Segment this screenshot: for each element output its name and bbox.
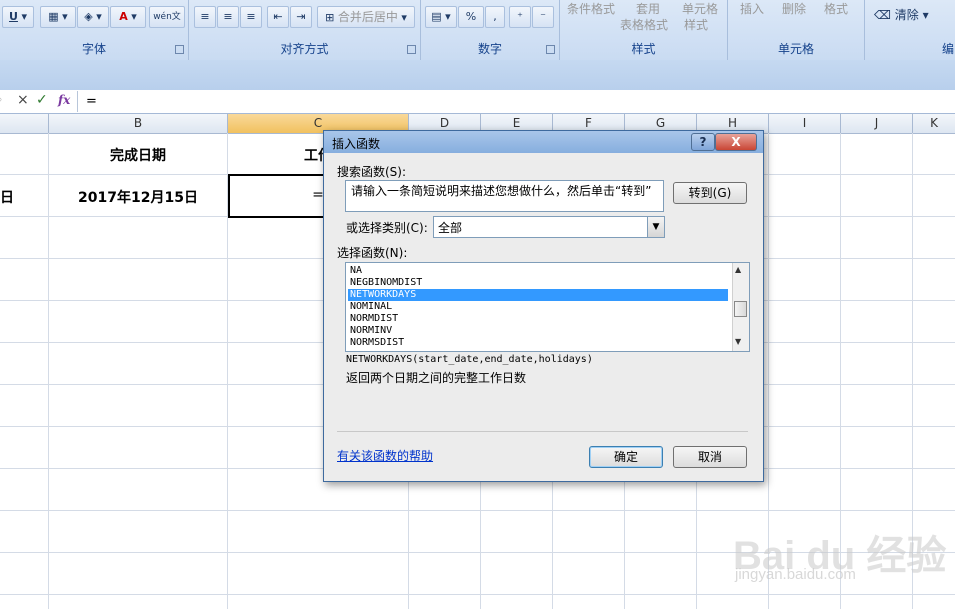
fill-color-button[interactable]: ◈ ▾ [77,6,109,28]
col-header-j[interactable]: J [841,114,913,134]
category-select[interactable]: 全部 ▼ [433,216,665,238]
list-item[interactable]: NOMINAL [350,301,728,313]
grid-line [0,594,955,595]
search-label: 搜索函数(S): [337,165,407,179]
function-description: 返回两个日期之间的完整工作日数 [346,371,527,385]
namebox-dropdown-icon[interactable]: ◦ [0,93,3,107]
cancel-button[interactable]: 取消 [673,446,747,468]
scroll-down-icon[interactable]: ▼ [735,337,741,346]
function-signature: NETWORKDAYS(start_date,end_date,holidays… [346,354,593,365]
goto-button[interactable]: 转到(G) [673,182,747,204]
insert-function-dialog: 插入函数 ? X 搜索函数(S): 请输入一条简短说明来描述您想做什么，然后单击… [323,130,764,482]
font-color-button[interactable]: A ▾ [110,6,146,28]
cell-b-header[interactable]: 完成日期 [49,145,227,165]
scroll-up-icon[interactable]: ▲ [735,265,741,274]
editing-group-label: 编 [942,42,955,56]
table-format-button[interactable]: 表格格式 [620,16,668,33]
list-item[interactable]: NEGBINOMDIST [350,277,728,289]
cell-style-label[interactable]: 单元格 [682,0,718,17]
ok-button[interactable]: 确定 [589,446,663,468]
styles-group-label: 样式 [631,42,656,56]
increase-indent-icon[interactable]: ⇥ [290,6,312,28]
merge-center-button[interactable]: ⊞ 合并后居中 ▾ [317,6,415,28]
cancel-icon[interactable]: × [17,92,29,108]
format-button[interactable]: 格式 [824,0,848,17]
apply-label[interactable]: 套用 [636,0,660,17]
scroll-thumb[interactable] [734,301,747,317]
category-label: 或选择类别(C): [346,221,428,235]
dialog-titlebar[interactable]: 插入函数 ? X [324,131,763,153]
font-group-label: 字体 [81,42,106,56]
alignment-group-label: 对齐方式 [280,42,329,56]
align-right-icon[interactable]: ≡ [240,6,262,28]
search-input[interactable]: 请输入一条简短说明来描述您想做什么，然后单击“转到” [345,180,664,212]
close-button[interactable]: X [715,133,757,151]
decrease-decimal-icon[interactable]: ⁻ [532,6,554,28]
increase-decimal-icon[interactable]: ⁺ [509,6,531,28]
list-item[interactable]: NORMDIST [350,313,728,325]
list-item[interactable]: NORMSDIST [350,337,728,349]
col-header-b[interactable]: B [49,114,228,134]
border-button[interactable]: ▦ ▾ [40,6,76,28]
styles-group: 条件格式 套用 表格格式 单元格 样式 样式 [560,0,728,60]
ribbon: U ▾ ▦ ▾ ◈ ▾ A ▾ wén文 字体 ≡ ≡ ≡ ⇤ ⇥ ⊞ 合并后居… [0,0,955,61]
formula-bar-divider [77,91,78,112]
cells-group-label: 单元格 [777,42,814,56]
conditional-format-button[interactable]: 条件格式 [567,0,615,17]
select-function-label: 选择函数(N): [337,246,408,260]
comma-style-icon[interactable]: , [485,6,505,28]
cell-b-value[interactable]: 2017年12月15日 [49,187,227,207]
help-button[interactable]: ? [691,133,715,151]
number-launcher-icon[interactable] [546,45,555,54]
insert-button[interactable]: 插入 [740,0,764,17]
enter-icon[interactable]: ✓ [36,92,48,108]
clear-button[interactable]: ⌫ 清除 ▾ [874,6,929,23]
dialog-title: 插入函数 [332,137,381,151]
decrease-indent-icon[interactable]: ⇤ [267,6,289,28]
function-list[interactable]: NA NEGBINOMDIST NETWORKDAYS NOMINAL NORM… [345,262,750,352]
list-item-selected[interactable]: NETWORKDAYS [348,289,728,301]
function-help-link[interactable]: 有关该函数的帮助 [337,447,433,464]
percent-button[interactable]: % [458,6,484,28]
alignment-group: ≡ ≡ ≡ ⇤ ⇥ ⊞ 合并后居中 ▾ 对齐方式 [189,0,421,60]
phonetic-button[interactable]: wén文 [149,6,185,28]
chevron-down-icon[interactable]: ▼ [647,217,664,237]
row-header-corner[interactable] [0,114,49,134]
editing-group: ⌫ 清除 ▾ 编 [866,0,955,60]
list-item[interactable]: NA [350,265,728,277]
name-box-strip [0,60,955,91]
dialog-divider [337,431,748,432]
number-group: ▤ ▾ % , ⁺ ⁻ 数字 [421,0,560,60]
formula-input[interactable]: = [86,94,97,109]
list-item[interactable]: NORMINV [350,325,728,337]
watermark-url: jingyan.baidu.com [735,566,856,583]
currency-button[interactable]: ▤ ▾ [425,6,457,28]
align-left-icon[interactable]: ≡ [194,6,216,28]
col-header-i[interactable]: I [769,114,841,134]
cell-style-button[interactable]: 样式 [684,16,708,33]
cells-group: 插入 删除 格式 单元格 [728,0,865,60]
grid-line [0,510,955,511]
col-header-k[interactable]: K [913,114,955,134]
underline-button[interactable]: U ▾ [2,6,34,28]
cell-a-value[interactable]: 日 [0,187,14,207]
font-group: U ▾ ▦ ▾ ◈ ▾ A ▾ wén文 字体 [0,0,189,60]
formula-bar [0,90,955,114]
font-launcher-icon[interactable] [175,45,184,54]
align-center-icon[interactable]: ≡ [217,6,239,28]
alignment-launcher-icon[interactable] [407,45,416,54]
number-group-label: 数字 [477,42,502,56]
list-scrollbar[interactable]: ▲ ▼ [732,263,749,351]
category-value: 全部 [438,221,463,235]
insert-function-icon[interactable]: fx [58,93,70,107]
delete-button[interactable]: 删除 [782,0,806,17]
